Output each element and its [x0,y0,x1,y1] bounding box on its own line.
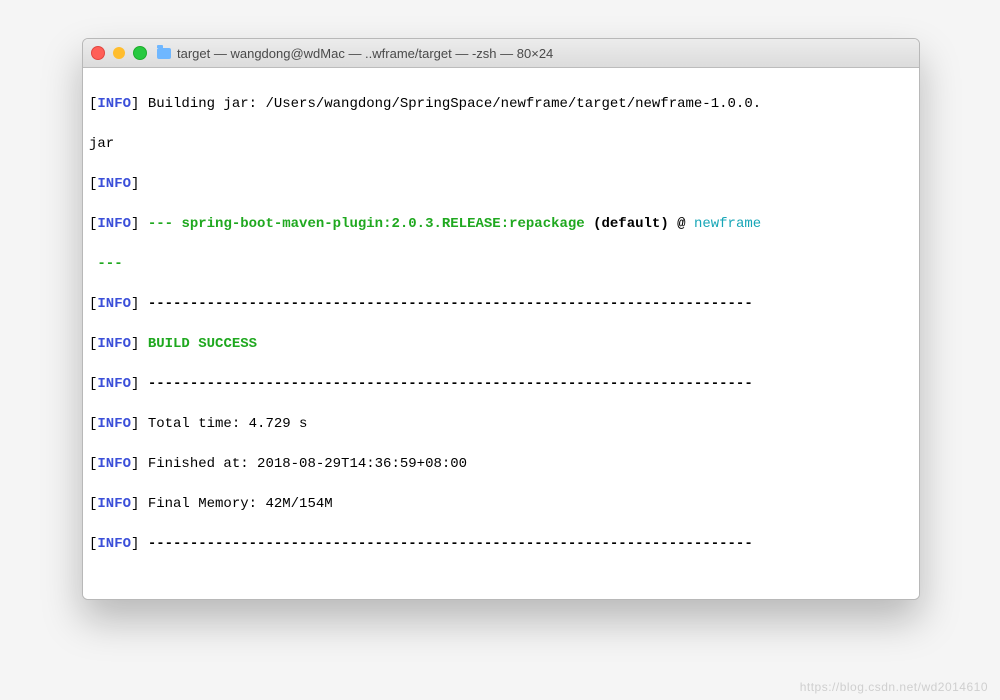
log-line: [INFO] Final Memory: 42M/154M [89,494,913,514]
log-line: [INFO] BUILD SUCCESS [89,334,913,354]
window-title: target — wangdong@wdMac — ..wframe/targe… [177,46,553,61]
log-line: [INFO] ---------------------------------… [89,294,913,314]
window-controls [91,46,147,60]
log-line: [INFO] Building jar: /Users/wangdong/Spr… [89,94,913,114]
log-line: [INFO] [89,174,913,194]
terminal-window: target — wangdong@wdMac — ..wframe/targe… [82,38,920,600]
titlebar[interactable]: target — wangdong@wdMac — ..wframe/targe… [83,39,919,68]
log-line: --- [89,254,913,274]
blank-line [89,574,913,594]
minimize-icon[interactable] [113,47,125,59]
terminal-content[interactable]: [INFO] Building jar: /Users/wangdong/Spr… [83,68,919,599]
log-line: [INFO] Total time: 4.729 s [89,414,913,434]
log-line: [INFO] Finished at: 2018-08-29T14:36:59+… [89,454,913,474]
close-icon[interactable] [91,46,105,60]
folder-icon [157,48,171,59]
log-line: [INFO] ---------------------------------… [89,374,913,394]
maximize-icon[interactable] [133,46,147,60]
watermark-text: https://blog.csdn.net/wd2014610 [800,680,988,694]
log-line: [INFO] ---------------------------------… [89,534,913,554]
log-line: jar [89,134,913,154]
log-line: [INFO] --- spring-boot-maven-plugin:2.0.… [89,214,913,234]
